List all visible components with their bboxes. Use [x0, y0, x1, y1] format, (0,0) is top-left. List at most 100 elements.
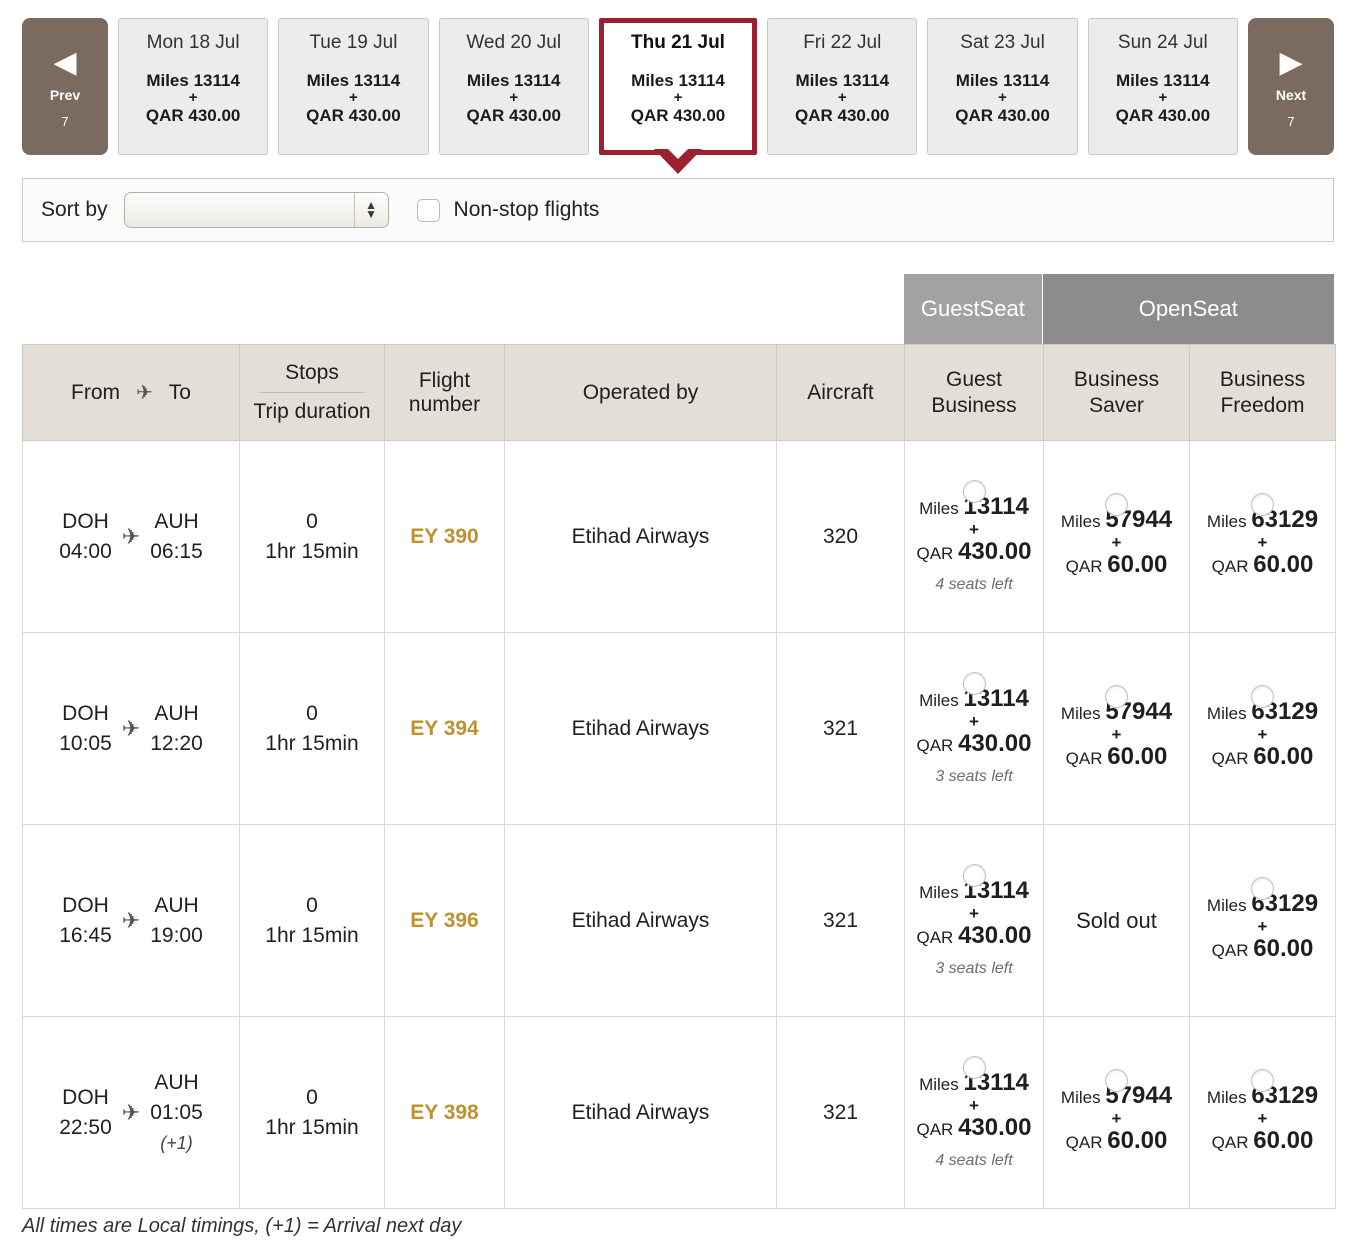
prev-week-button[interactable]: ◀ Prev 7 — [22, 18, 108, 155]
airplane-icon: ✈ — [121, 523, 141, 549]
stops-duration-divider — [260, 392, 364, 393]
flight-number-link[interactable]: EY 394 — [410, 717, 479, 740]
fare-cell-business-freedom[interactable]: Miles 63129 + QAR 60.00 — [1189, 824, 1336, 1017]
flight-number-cell[interactable]: EY 390 — [384, 440, 505, 633]
times-footnote: All times are Local timings, (+1) = Arri… — [22, 1215, 462, 1237]
fare-radio-button[interactable] — [962, 671, 986, 695]
date-card-date: Fri 22 Jul — [803, 32, 882, 53]
destination-code: AUH — [154, 509, 199, 533]
seats-left-label: 3 seats left — [935, 959, 1013, 977]
date-card-date: Sat 23 Jul — [960, 32, 1045, 53]
date-card-amount: QAR 430.00 — [795, 106, 890, 125]
fare-radio-button[interactable] — [962, 479, 986, 503]
column-header-aircraft: Aircraft — [776, 344, 905, 441]
fare-cell-business-freedom[interactable]: Miles 63129 + QAR 60.00 — [1189, 632, 1336, 825]
fare-cell-guest-business[interactable]: Miles 13114 + QAR 430.00 3 seats left — [904, 632, 1044, 825]
fare-radio-button[interactable] — [1251, 1069, 1274, 1092]
date-card-thu-21-jul-selected[interactable]: Thu 21 Jul Miles 13114 + QAR 430.00 — [598, 18, 758, 174]
flight-number-link[interactable]: EY 398 — [410, 1101, 479, 1124]
date-card-plus: + — [509, 89, 519, 106]
stops-duration-cell: 0 1hr 15min — [239, 440, 385, 633]
fare-cell-business-saver[interactable]: Miles 57944 + QAR 60.00 — [1043, 632, 1190, 825]
aircraft-cell: 321 — [776, 632, 905, 825]
arrival-time: 12:20 — [150, 731, 203, 755]
fare-radio-button[interactable] — [1105, 1069, 1128, 1092]
non-stop-flights-label: Non-stop flights — [453, 198, 600, 221]
next-week-button[interactable]: ▶ Next 7 — [1248, 18, 1334, 155]
fare-radio-button[interactable] — [962, 863, 986, 887]
date-card-miles: Miles 13114 — [955, 71, 1050, 90]
flight-number-cell[interactable]: EY 396 — [384, 824, 505, 1017]
fare-group-guestseat: GuestSeat — [904, 274, 1043, 344]
date-card-amount: QAR 430.00 — [955, 106, 1050, 125]
date-card-miles: Miles 13114 — [795, 71, 890, 90]
departure-time: 10:05 — [59, 731, 112, 755]
destination-code: AUH — [154, 701, 199, 725]
fare-header-line2: Saver — [1089, 393, 1144, 417]
fare-cell-guest-business[interactable]: Miles 13114 + QAR 430.00 3 seats left — [904, 824, 1044, 1017]
fare-cell-business-saver[interactable]: Miles 57944 + QAR 60.00 — [1043, 1016, 1190, 1209]
fare-cell-business-freedom[interactable]: Miles 63129 + QAR 60.00 — [1189, 1016, 1336, 1209]
trip-duration-value: 1hr 15min — [265, 923, 359, 947]
sort-by-select[interactable]: ▲ ▼ — [123, 192, 389, 228]
origin-block: DOH 22:50 — [59, 1083, 112, 1143]
arrival-time: 19:00 — [150, 923, 203, 947]
fare-amount: QAR 60.00 — [1065, 1127, 1168, 1154]
column-header-business-saver: Business Saver — [1043, 344, 1190, 441]
airplane-icon: ✈ — [121, 1099, 141, 1125]
arrival-next-day-marker: (+1) — [160, 1132, 193, 1153]
seats-left-label: 4 seats left — [935, 575, 1013, 593]
fare-plus: + — [1111, 725, 1122, 744]
date-card-miles: Miles 13114 — [1116, 71, 1210, 90]
origin-block: DOH 10:05 — [59, 699, 112, 759]
trip-duration-value: 1hr 15min — [265, 539, 359, 563]
date-card-plus: + — [673, 89, 683, 106]
flight-number-cell[interactable]: EY 398 — [384, 1016, 505, 1209]
fare-cell-business-freedom[interactable]: Miles 63129 + QAR 60.00 — [1189, 440, 1336, 633]
sort-by-selected-value — [125, 193, 354, 227]
column-header-flight-number: Flight number — [384, 344, 505, 441]
fare-plus: + — [1257, 1109, 1268, 1128]
prev-button-label: Prev — [49, 86, 81, 103]
fare-radio-button[interactable] — [1105, 685, 1128, 708]
fare-plus: + — [969, 1095, 979, 1115]
fare-radio-button[interactable] — [962, 1055, 986, 1079]
date-card-date: Thu 21 Jul — [631, 32, 725, 53]
origin-block: DOH 16:45 — [59, 891, 112, 951]
fare-cell-guest-business[interactable]: Miles 13114 + QAR 430.00 4 seats left — [904, 1016, 1044, 1209]
flight-number-link[interactable]: EY 390 — [410, 525, 479, 548]
flight-number-cell[interactable]: EY 394 — [384, 632, 505, 825]
date-card-tue-19-jul[interactable]: Tue 19 Jul Miles 13114 + QAR 430.00 — [278, 18, 429, 155]
date-card-sun-24-jul[interactable]: Sun 24 Jul Miles 13114 + QAR 430.00 — [1087, 18, 1238, 155]
trip-duration-value: 1hr 15min — [265, 1115, 359, 1139]
date-card-mon-18-jul[interactable]: Mon 18 Jul Miles 13114 + QAR 430.00 — [118, 18, 269, 155]
fare-header-line1: Business — [1219, 367, 1306, 391]
non-stop-flights-checkbox[interactable] — [416, 198, 440, 222]
fare-amount: QAR 60.00 — [1211, 551, 1314, 578]
origin-block: DOH 04:00 — [59, 507, 112, 567]
date-card-fri-22-jul[interactable]: Fri 22 Jul Miles 13114 + QAR 430.00 — [767, 18, 918, 155]
date-card-miles: Miles 13114 — [146, 71, 240, 90]
column-header-to-label: To — [168, 380, 191, 404]
fare-radio-button[interactable] — [1251, 685, 1274, 708]
fare-group-header-row: GuestSeat OpenSeat — [904, 274, 1334, 344]
fare-cell-business-saver[interactable]: Miles 57944 + QAR 60.00 — [1043, 440, 1190, 633]
fare-plus: + — [969, 519, 979, 539]
fare-cell-business-saver-sold-out: Sold out — [1043, 824, 1190, 1017]
sort-by-label: Sort by — [41, 198, 108, 221]
date-card-wed-20-jul[interactable]: Wed 20 Jul Miles 13114 + QAR 430.00 — [438, 18, 589, 155]
flight-number-link[interactable]: EY 396 — [410, 909, 479, 932]
departure-time: 16:45 — [59, 923, 112, 947]
fare-radio-button[interactable] — [1105, 493, 1128, 516]
fare-amount: QAR 60.00 — [1211, 743, 1314, 770]
operated-by-cell: Etihad Airways — [504, 1016, 777, 1209]
airplane-icon: ✈ — [136, 382, 153, 404]
date-card-sat-23-jul[interactable]: Sat 23 Jul Miles 13114 + QAR 430.00 — [927, 18, 1078, 155]
fare-cell-guest-business[interactable]: Miles 13114 + QAR 430.00 4 seats left — [904, 440, 1044, 633]
fare-radio-button[interactable] — [1251, 493, 1274, 516]
column-header-stops-duration: Stops Trip duration — [239, 344, 385, 441]
operated-by-cell: Etihad Airways — [504, 824, 777, 1017]
fare-radio-button[interactable] — [1251, 877, 1274, 900]
non-stop-flights-toggle[interactable]: Non-stop flights — [416, 198, 600, 222]
fare-plus: + — [1111, 533, 1122, 552]
